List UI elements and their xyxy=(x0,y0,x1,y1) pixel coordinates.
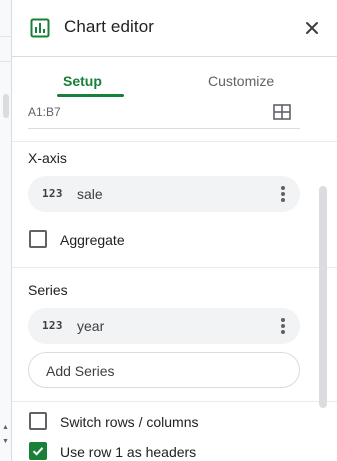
switch-rows-checkbox[interactable] xyxy=(29,412,47,430)
sheet-background-strip: ▲ ▼ xyxy=(0,0,12,461)
chart-editor-header: Chart editor xyxy=(12,0,337,56)
aggregate-label: Aggregate xyxy=(60,232,125,248)
sheet-gridline xyxy=(0,36,12,37)
checkmark-icon xyxy=(32,447,44,456)
chart-editor-panel: Chart editor Setup Customize A1:B7 X-axi… xyxy=(12,0,337,461)
switch-rows-label: Switch rows / columns xyxy=(60,414,199,430)
number-type-icon: 123 xyxy=(42,187,63,200)
series-chip-label: year xyxy=(77,318,105,334)
series-heading: Series xyxy=(28,282,68,298)
grid-select-icon[interactable] xyxy=(273,104,291,120)
x-axis-heading: X-axis xyxy=(28,150,67,166)
aggregate-checkbox[interactable] xyxy=(29,230,47,248)
data-range-value[interactable]: A1:B7 xyxy=(28,105,61,119)
setup-content: A1:B7 X-axis 123 sale Aggregate Series 1… xyxy=(12,100,337,461)
use-headers-label: Use row 1 as headers xyxy=(60,444,197,460)
section-divider xyxy=(12,401,337,402)
tab-customize[interactable]: Customize xyxy=(208,73,274,89)
data-range-underline xyxy=(28,128,300,129)
more-vert-icon[interactable] xyxy=(280,317,286,335)
x-axis-chip-label: sale xyxy=(77,186,103,202)
tab-bar: Setup Customize xyxy=(12,57,337,99)
section-divider xyxy=(12,267,337,268)
x-axis-chip[interactable]: 123 sale xyxy=(28,176,300,212)
series-chip[interactable]: 123 year xyxy=(28,308,300,344)
chart-icon xyxy=(30,18,50,38)
sheet-scroll-thumb[interactable] xyxy=(3,94,9,118)
panel-scrollbar-thumb[interactable] xyxy=(319,186,327,408)
add-series-label: Add Series xyxy=(46,363,115,379)
number-type-icon: 123 xyxy=(42,319,63,332)
sheet-scroll-up-arrow-icon[interactable]: ▲ xyxy=(2,424,9,431)
use-headers-checkbox[interactable] xyxy=(29,442,47,460)
active-tab-indicator xyxy=(57,94,124,97)
add-series-button[interactable]: Add Series xyxy=(28,352,300,388)
sheet-scroll-down-arrow-icon[interactable]: ▼ xyxy=(2,438,9,445)
sheet-gridline xyxy=(0,61,12,62)
tab-setup[interactable]: Setup xyxy=(63,73,102,89)
section-divider xyxy=(12,141,337,142)
panel-title: Chart editor xyxy=(64,17,155,36)
close-icon[interactable] xyxy=(301,17,323,39)
more-vert-icon[interactable] xyxy=(280,185,286,203)
